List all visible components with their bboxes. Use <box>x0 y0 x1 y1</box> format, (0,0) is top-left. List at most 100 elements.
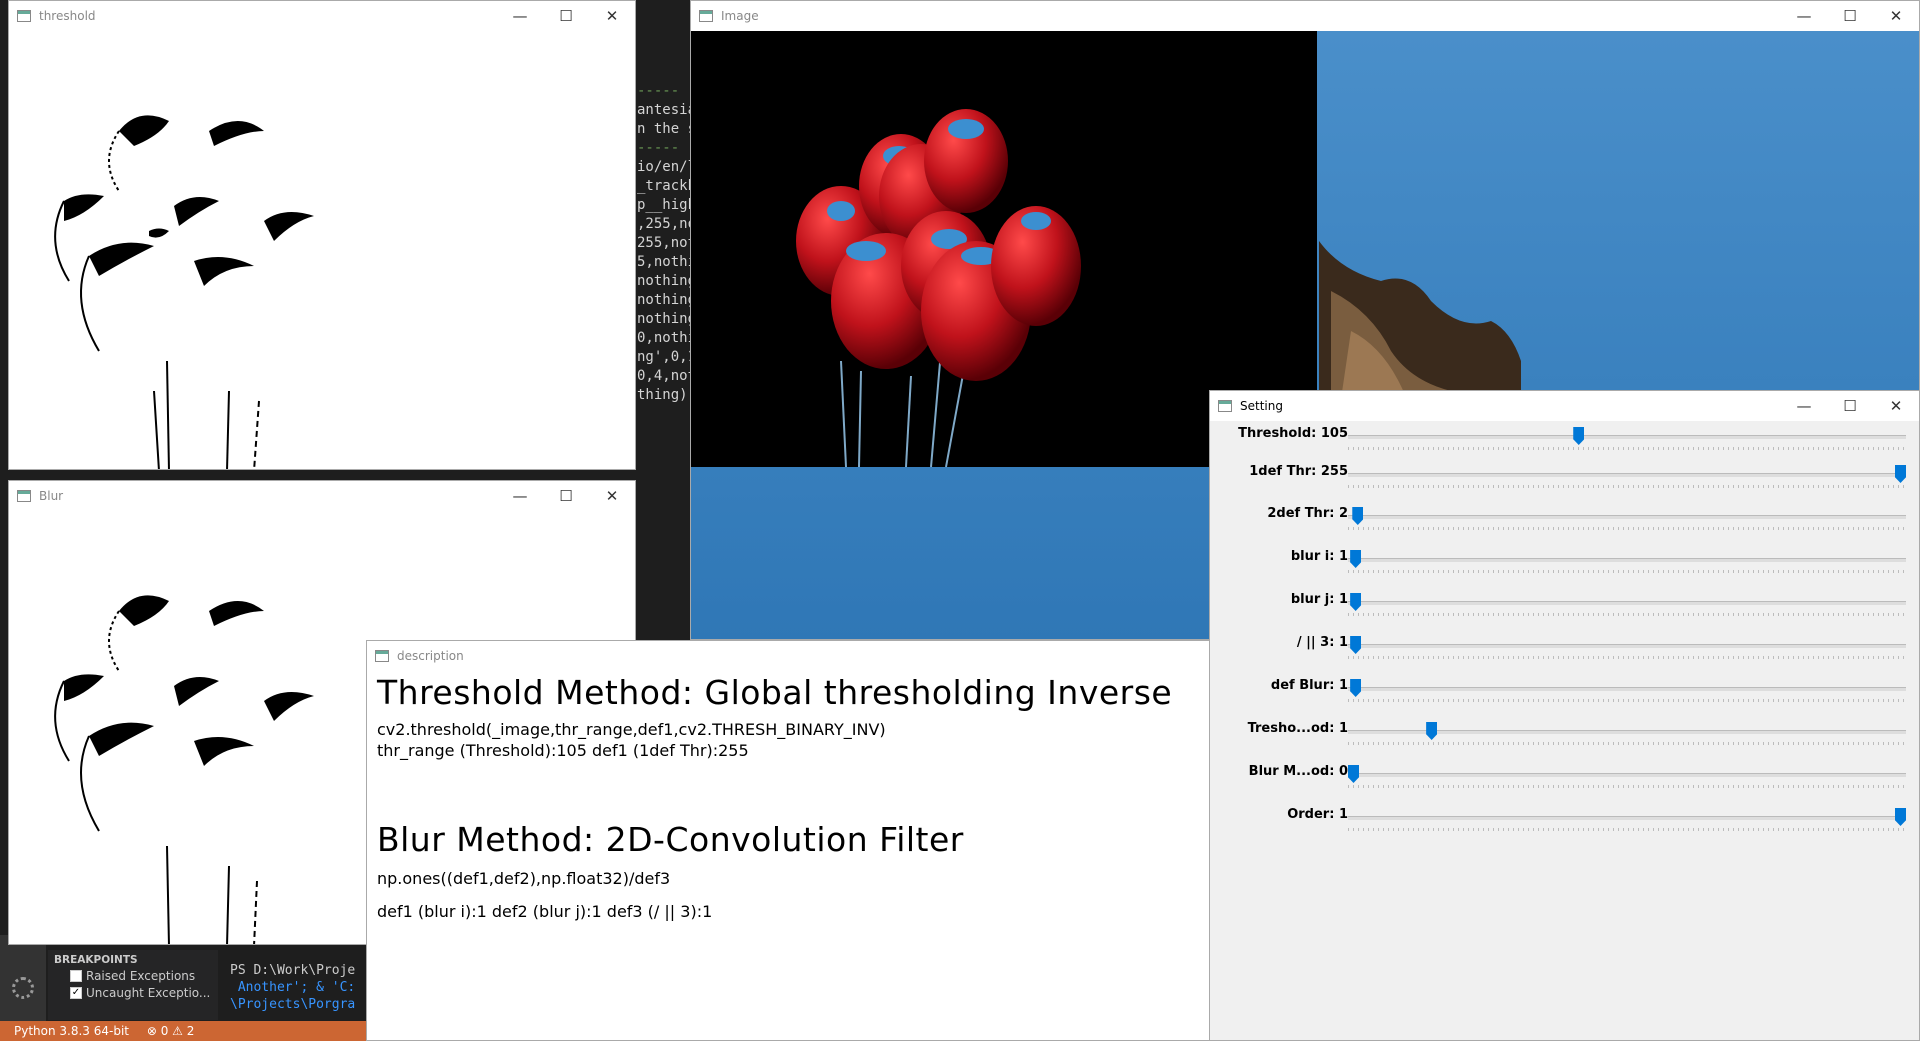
trackbar-track[interactable] <box>1348 515 1906 519</box>
maximize-button[interactable]: ☐ <box>1827 1 1873 31</box>
trackbar-track[interactable] <box>1348 473 1906 477</box>
threshold-window: threshold — ☐ ✕ <box>8 0 636 470</box>
threshold-code-line: cv2.threshold(_image,thr_range,def1,cv2.… <box>377 720 886 739</box>
trackbar-thumb[interactable] <box>1426 722 1438 740</box>
blur-code-line: np.ones((def1,def2),np.float32)/def3 <box>377 869 671 888</box>
code-line: ,255,no <box>637 216 693 232</box>
close-button[interactable]: ✕ <box>1873 391 1919 421</box>
problems-count[interactable]: ⊗ 0 ⚠ 2 <box>147 1024 195 1038</box>
title-bar[interactable]: Blur — ☐ ✕ <box>9 481 635 511</box>
checkbox[interactable] <box>70 970 82 982</box>
checkbox[interactable]: ✓ <box>70 987 82 999</box>
trackbar-thumb[interactable] <box>1352 507 1364 525</box>
app-icon <box>699 10 713 22</box>
code-line: thing) <box>637 387 688 403</box>
code-line: ----- <box>637 83 680 99</box>
trackbar-ticks <box>1348 485 1906 488</box>
code-line: 0,nothi <box>637 330 693 346</box>
trackbar-ticks <box>1348 742 1906 745</box>
breakpoint-raised[interactable]: Raised Exceptions <box>48 966 218 983</box>
code-line: n the s <box>637 121 693 137</box>
trackbar-ticks <box>1348 527 1906 530</box>
breakpoint-uncaught[interactable]: ✓ Uncaught Exceptio... <box>48 983 218 1000</box>
trackbar-row: Threshold: 105 <box>1210 423 1918 466</box>
blur-params-line: def1 (blur i):1 def2 (blur j):1 def3 (/ … <box>377 902 713 921</box>
threshold-canvas <box>9 31 635 469</box>
trackbar-track[interactable] <box>1348 435 1906 439</box>
trackbar-thumb[interactable] <box>1350 593 1362 611</box>
code-line: nothing <box>637 311 693 327</box>
trackbar-ticks <box>1348 447 1906 450</box>
trackbar-label: Threshold: 105 <box>1238 426 1348 441</box>
trackbar-ticks <box>1348 699 1906 702</box>
trackbar-row: / || 3: 1 <box>1210 632 1918 675</box>
trackbar-label: blur i: 1 <box>1290 549 1348 564</box>
breakpoints-panel: BREAKPOINTS Raised Exceptions ✓ Uncaught … <box>48 950 218 1020</box>
description-window: description Threshold Method: Global thr… <box>366 640 1236 1041</box>
window-title: Blur <box>39 489 64 503</box>
code-editor[interactable]: ----- antesia n the s ----- io/en/l _trackb p_… <box>637 82 693 405</box>
trackbar-row: Tresho...od: 1 <box>1210 718 1918 761</box>
threshold-method-heading: Threshold Method: Global thresholding In… <box>377 673 1173 712</box>
terminal-line: Another'; & 'C: <box>230 980 356 995</box>
trackbar-track[interactable] <box>1348 558 1906 562</box>
description-canvas: Threshold Method: Global thresholding In… <box>367 671 1235 1040</box>
minimize-button[interactable]: — <box>1781 1 1827 31</box>
breakpoint-label: Raised Exceptions <box>86 969 196 983</box>
trackbar-row: blur i: 1 <box>1210 546 1918 589</box>
trackbar-thumb[interactable] <box>1348 765 1359 783</box>
activity-bar <box>0 935 46 1021</box>
gear-icon[interactable] <box>12 977 34 999</box>
trackbar-label: 2def Thr: 2 <box>1267 506 1348 521</box>
trackbar-label: 1def Thr: 255 <box>1249 464 1348 479</box>
trackbar-track[interactable] <box>1348 601 1906 605</box>
maximize-button[interactable]: ☐ <box>543 1 589 31</box>
trackbar-row: def Blur: 1 <box>1210 675 1918 718</box>
trackbar-track[interactable] <box>1348 773 1906 777</box>
trackbar-track[interactable] <box>1348 644 1906 648</box>
trackbar-thumb[interactable] <box>1350 636 1362 654</box>
title-bar[interactable]: Setting — ☐ ✕ <box>1210 391 1919 421</box>
terminal-panel[interactable]: PS D:\Work\Proje Another'; & 'C: \Project… <box>230 945 370 1030</box>
trackbar-label: Order: 1 <box>1287 807 1348 822</box>
window-title: threshold <box>39 9 96 23</box>
minimize-button[interactable]: — <box>497 1 543 31</box>
trackbar-thumb[interactable] <box>1350 679 1362 697</box>
code-line: nothing <box>637 292 693 308</box>
trackbar-track[interactable] <box>1348 687 1906 691</box>
breakpoint-label: Uncaught Exceptio... <box>86 986 211 1000</box>
trackbar-row: Blur M...od: 0 <box>1210 761 1918 804</box>
trackbar-label: def Blur: 1 <box>1270 678 1348 693</box>
title-bar[interactable]: description <box>367 641 1235 671</box>
trackbar-thumb[interactable] <box>1895 808 1906 826</box>
trackbar-thumb[interactable] <box>1573 427 1585 445</box>
code-line: 0,4,not <box>637 368 693 384</box>
trackbar-track[interactable] <box>1348 816 1906 820</box>
maximize-button[interactable]: ☐ <box>543 481 589 511</box>
maximize-button[interactable]: ☐ <box>1827 391 1873 421</box>
close-button[interactable]: ✕ <box>589 481 635 511</box>
title-bar[interactable]: threshold — ☐ ✕ <box>9 1 635 31</box>
code-line: nothing <box>637 273 693 289</box>
trackbar-panel: Threshold: 105 1def Thr: 255 2def Thr: 2 bl… <box>1210 421 1919 1040</box>
trackbar-ticks <box>1348 785 1906 788</box>
title-bar[interactable]: Image — ☐ ✕ <box>691 1 1919 31</box>
breakpoints-header: BREAKPOINTS <box>54 954 138 966</box>
terminal-line: \Projects\Porgra <box>230 997 356 1012</box>
python-version[interactable]: Python 3.8.3 64-bit <box>14 1024 129 1038</box>
minimize-button[interactable]: — <box>1781 391 1827 421</box>
close-button[interactable]: ✕ <box>589 1 635 31</box>
app-icon <box>17 10 31 22</box>
trackbar-row: Order: 1 <box>1210 804 1918 847</box>
trackbar-thumb[interactable] <box>1350 550 1362 568</box>
close-button[interactable]: ✕ <box>1873 1 1919 31</box>
trackbar-ticks <box>1348 613 1906 616</box>
trackbar-label: / || 3: 1 <box>1296 635 1348 650</box>
code-line: io/en/l <box>637 159 693 175</box>
trackbar-thumb[interactable] <box>1895 465 1906 483</box>
code-line: ----- <box>637 140 680 156</box>
code-line: ng',0,1 <box>637 349 693 365</box>
minimize-button[interactable]: — <box>497 481 543 511</box>
app-icon <box>1218 400 1232 412</box>
code-line: antesia <box>637 102 693 118</box>
